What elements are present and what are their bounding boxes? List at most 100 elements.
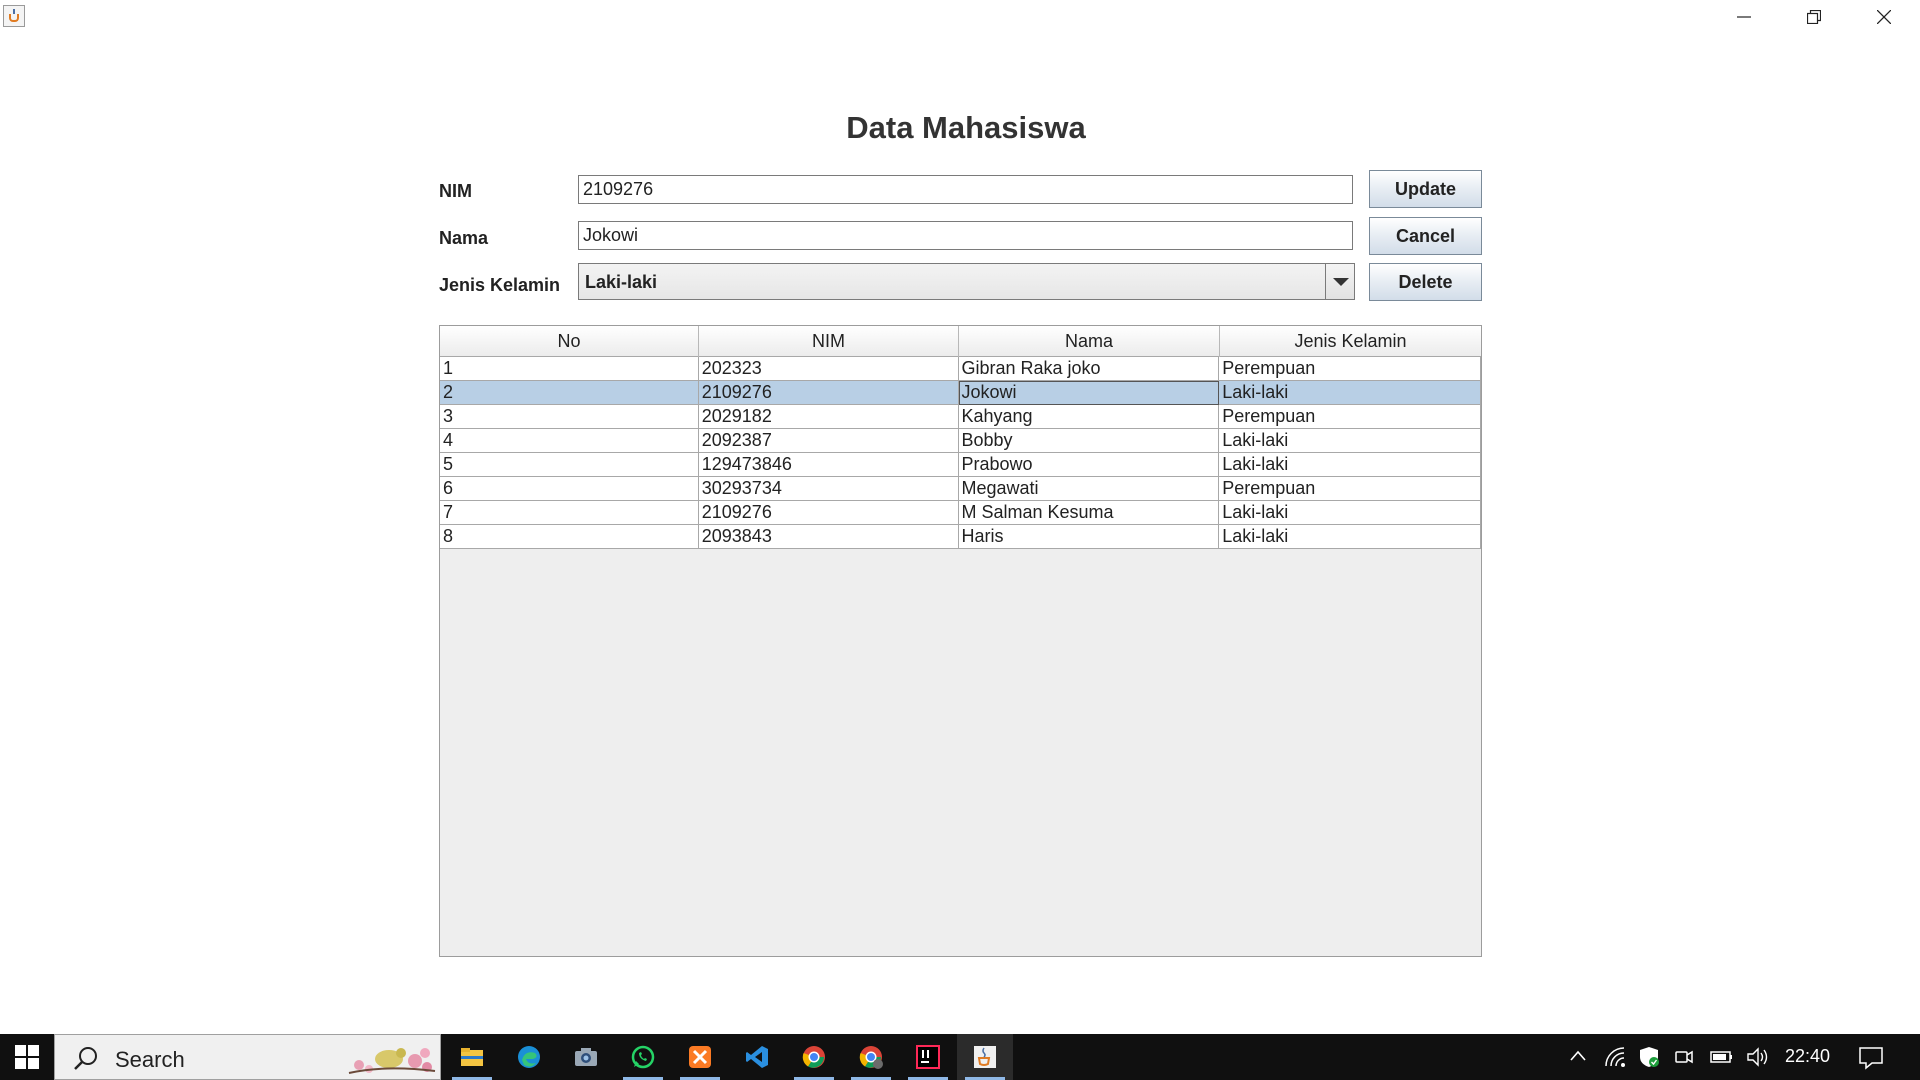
taskbar-camera[interactable] <box>558 1034 614 1080</box>
cell-nama: Prabowo <box>959 453 1220 477</box>
java-app-icon[interactable] <box>3 5 25 27</box>
nim-label: NIM <box>439 181 472 201</box>
restore-icon <box>1807 10 1821 24</box>
taskbar-java-app[interactable] <box>957 1034 1013 1080</box>
taskbar-search-box[interactable]: Search <box>54 1034 441 1080</box>
nim-input[interactable] <box>578 175 1353 204</box>
windows-logo-icon <box>15 1045 39 1069</box>
windows-taskbar: Search 22:40 <box>0 1034 1920 1080</box>
table-row[interactable]: 4 2092387 Bobby Laki-laki <box>440 429 1480 453</box>
cell-no: 8 <box>440 525 699 549</box>
cell-nama: Gibran Raka joko <box>959 357 1220 381</box>
xampp-icon <box>689 1046 711 1068</box>
nama-label: Nama <box>439 228 489 248</box>
table-row[interactable]: 3 2029182 Kahyang Perempuan <box>440 405 1480 429</box>
update-button[interactable]: Update <box>1369 170 1482 208</box>
cell-nim: 30293734 <box>699 477 959 501</box>
cell-no: 6 <box>440 477 699 501</box>
chrome-icon <box>802 1046 825 1068</box>
mahasiswa-table: No NIM Nama Jenis Kelamin 1 202323 Gibra… <box>440 326 1481 549</box>
cell-jenis-kelamin: Perempuan <box>1222 478 1316 498</box>
security-shield-icon[interactable] <box>1638 1046 1660 1068</box>
table-row[interactable]: 5 129473846 Prabowo Laki-laki <box>440 453 1480 477</box>
table-body: 1 202323 Gibran Raka joko Perempuan 2 21… <box>440 357 1481 549</box>
vscode-icon <box>746 1046 768 1068</box>
taskbar-whatsapp[interactable] <box>615 1034 671 1080</box>
cell-nim: 2029182 <box>699 405 959 429</box>
taskbar-vscode[interactable] <box>729 1034 785 1080</box>
column-header-nim[interactable]: NIM <box>699 326 959 357</box>
nama-input[interactable] <box>578 221 1353 250</box>
jenis-kelamin-value: Laki-laki <box>585 272 658 292</box>
taskbar-file-explorer[interactable] <box>444 1034 500 1080</box>
volume-icon[interactable] <box>1746 1046 1770 1068</box>
close-icon <box>1877 10 1891 24</box>
minimize-icon <box>1737 16 1751 18</box>
table-row[interactable]: 6 30293734 Megawati Perempuan <box>440 477 1480 501</box>
cell-no: 3 <box>440 405 699 429</box>
table-row[interactable]: 7 2109276 M Salman Kesuma Laki-laki <box>440 501 1480 525</box>
cell-nama: Kahyang <box>959 405 1220 429</box>
intellij-icon <box>916 1045 940 1069</box>
java-icon <box>974 1046 996 1068</box>
chevron-up-icon[interactable] <box>1568 1046 1588 1066</box>
cancel-button[interactable]: Cancel <box>1369 217 1482 255</box>
taskbar-clock[interactable]: 22:40 <box>1785 1046 1830 1067</box>
table-scroll-pane[interactable]: No NIM Nama Jenis Kelamin 1 202323 Gibra… <box>439 325 1482 957</box>
cell-jenis-kelamin: Laki-laki <box>1222 526 1289 546</box>
table-header: No NIM Nama Jenis Kelamin <box>440 326 1481 357</box>
file-explorer-icon <box>461 1048 483 1066</box>
cell-nim: 2109276 <box>699 501 959 525</box>
restore-button[interactable] <box>1779 0 1849 33</box>
cell-nama-focused: Jokowi <box>958 381 1220 405</box>
chevron-down-icon <box>1333 278 1349 286</box>
cell-no: 5 <box>440 453 699 477</box>
table-row[interactable]: 1 202323 Gibran Raka joko Perempuan <box>440 357 1480 381</box>
cell-jenis-kelamin: Perempuan <box>1222 406 1316 426</box>
column-header-jenis-kelamin[interactable]: Jenis Kelamin <box>1220 326 1481 357</box>
cell-nama: Haris <box>959 525 1220 549</box>
cell-jenis-kelamin: Laki-laki <box>1222 430 1289 450</box>
cell-nama: Megawati <box>959 477 1220 501</box>
dropdown-arrow-button[interactable] <box>1325 264 1354 299</box>
cell-jenis-kelamin: Perempuan <box>1222 358 1316 378</box>
notification-center-icon[interactable] <box>1858 1046 1884 1070</box>
cell-no: 7 <box>440 501 699 525</box>
edge-icon <box>518 1046 540 1068</box>
jenis-kelamin-label: Jenis Kelamin <box>439 275 561 295</box>
camera-icon <box>575 1048 597 1066</box>
cell-jenis-kelamin: Laki-laki <box>1222 502 1289 522</box>
cell-jenis-kelamin: Laki-laki <box>1222 454 1289 474</box>
close-button[interactable] <box>1849 0 1919 33</box>
cell-nim: 202323 <box>699 357 959 381</box>
battery-icon[interactable] <box>1710 1046 1734 1068</box>
chrome-profile-icon <box>859 1046 883 1069</box>
search-placeholder: Search <box>115 1047 185 1072</box>
cell-nama: Bobby <box>959 429 1220 453</box>
page-title: Data Mahasiswa <box>846 110 1086 145</box>
jenis-kelamin-select[interactable]: Laki-laki <box>578 263 1355 300</box>
taskbar-chrome[interactable] <box>786 1034 842 1080</box>
cell-nim: 2109276 <box>699 381 959 405</box>
taskbar-xampp[interactable] <box>672 1034 728 1080</box>
column-header-no[interactable]: No <box>440 326 699 357</box>
cell-nim: 2092387 <box>699 429 959 453</box>
wifi-icon[interactable] <box>1604 1046 1626 1068</box>
taskbar-edge[interactable] <box>501 1034 557 1080</box>
taskbar-intellij[interactable] <box>900 1034 956 1080</box>
cell-nim: 2093843 <box>699 525 959 549</box>
table-row-selected[interactable]: 2 2109276 Jokowi Laki-laki <box>440 381 1480 405</box>
delete-button[interactable]: Delete <box>1369 263 1482 301</box>
cell-no: 4 <box>440 429 699 453</box>
taskbar-chrome-profile[interactable] <box>843 1034 899 1080</box>
cell-no: 1 <box>440 357 699 381</box>
meet-now-icon[interactable] <box>1674 1046 1694 1068</box>
window-titlebar <box>0 0 1920 37</box>
cell-nim: 129473846 <box>699 453 959 477</box>
whatsapp-icon <box>631 1045 655 1069</box>
minimize-button[interactable] <box>1709 0 1779 33</box>
table-row[interactable]: 8 2093843 Haris Laki-laki <box>440 525 1480 549</box>
search-icon <box>74 1047 97 1070</box>
start-button[interactable] <box>0 1034 54 1080</box>
column-header-nama[interactable]: Nama <box>959 326 1220 357</box>
